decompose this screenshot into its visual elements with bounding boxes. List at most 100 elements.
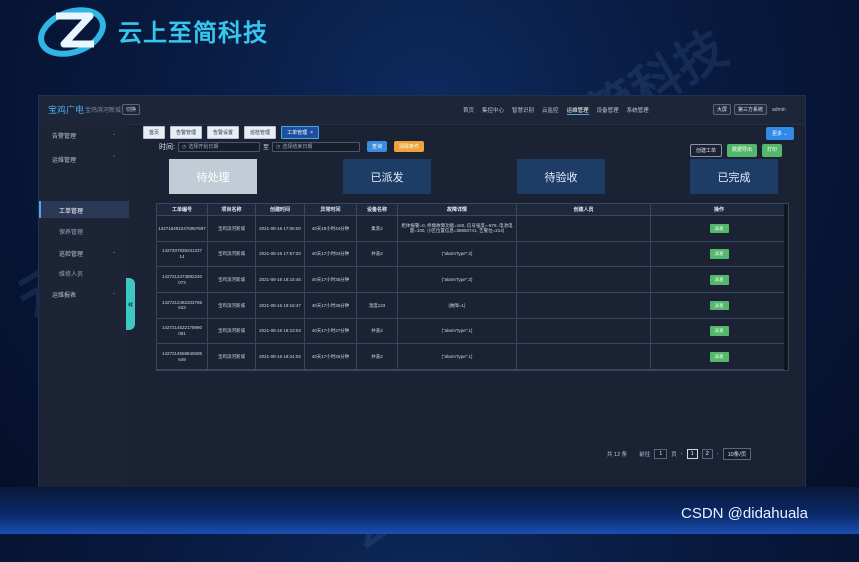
table-cell <box>517 216 651 241</box>
sidebar-item-inspection[interactable]: 巡检管理 ⌄ <box>59 249 116 258</box>
table-cell: 1427184922476957697 <box>157 216 208 241</box>
search-button[interactable]: 查询 <box>366 141 387 152</box>
dispatch-button[interactable]: 派发 <box>709 274 729 285</box>
nav-smart-recognition[interactable]: 智慧识别 <box>512 106 534 115</box>
app-window: 宝鸡广电 宝鸡滨河新城 切换 首页 集控中心 智慧识别 云监控 运维管理 设备管… <box>38 95 806 489</box>
time-filter: 时间: ◷ 选择开始日期 至 ◷ 选择结束日期 查询 清除条件 <box>159 141 424 152</box>
export-data-button[interactable]: 数据导出 <box>727 144 758 157</box>
table-cell: 柜体报警=0, 终端故障功能=160, 信号强度=-878, 电池电量=100,… <box>398 216 517 241</box>
table-cell: {"alarmType":2} <box>398 241 517 267</box>
big-screen-button[interactable]: 大屏 <box>713 104 732 115</box>
page-2-button[interactable]: 2 <box>701 449 713 459</box>
nav-operations[interactable]: 运维管理 <box>566 106 589 115</box>
next-page-icon[interactable]: › <box>717 451 719 457</box>
brand-name: 云上至简科技 <box>118 19 268 47</box>
dispatch-button[interactable]: 派发 <box>709 223 729 234</box>
nav-control-center[interactable]: 集控中心 <box>482 106 504 115</box>
sidebar-item-alarm[interactable]: 告警管理 ⌄ <box>52 131 116 140</box>
page-size-select[interactable]: 10条/页 <box>722 448 752 460</box>
column-header: 创建人员 <box>517 204 651 215</box>
page-unit: 页 <box>671 452 677 458</box>
dispatch-button[interactable]: 派发 <box>709 249 729 259</box>
dispatch-button[interactable]: 派发 <box>709 300 729 311</box>
start-date-placeholder: 选择开始日期 <box>188 144 219 150</box>
table-cell: 派发 <box>651 241 788 267</box>
collapse-sidebar-button[interactable]: « <box>126 278 135 330</box>
sidebar-item-label: 告警管理 <box>52 134 77 140</box>
close-icon[interactable]: × <box>310 130 313 136</box>
status-card-dispatched[interactable]: 已派发 <box>343 159 431 194</box>
table-cell: 派发 <box>651 344 788 370</box>
nav-cloud-monitor[interactable]: 云监控 <box>542 106 559 115</box>
prev-page-icon[interactable]: ‹ <box>681 451 683 457</box>
table-header: 工单编号 项目名称 创建时间 异常时间 设备名称 故障详情 创建人员 操作 <box>157 204 788 216</box>
create-work-order-button[interactable]: 创建工单 <box>690 144 723 157</box>
table-cell: 2021-08-16 17:06:00 <box>256 216 305 241</box>
top-right-tools: 大屏 第三方系统 admin <box>713 104 786 115</box>
sidebar-item-reports[interactable]: 运维报表 ⌄ <box>52 290 116 299</box>
sidebar: 告警管理 ⌄ 运维管理 ⌃ 工单管理 保养管理 巡检管理 ⌄ 维修人员 运维报表… <box>39 124 129 488</box>
sidebar-item-maintenance[interactable]: 保养管理 <box>59 227 83 236</box>
nav-home[interactable]: 首页 <box>463 106 474 115</box>
table-row: 1427207939231237 14 宝鸡滨河新城 2021-08-16 17:5… <box>157 241 788 268</box>
column-header: 工单编号 <box>157 204 208 215</box>
sidebar-active-indicator <box>39 201 129 218</box>
clock-icon: ◷ <box>275 143 281 150</box>
third-party-button[interactable]: 第三方系统 <box>734 104 768 115</box>
table-cell: 宝鸡滨河新城 <box>208 344 256 370</box>
total-count: 共 12 条 <box>607 452 628 458</box>
table-cell: {"alarmType":2} <box>398 267 517 293</box>
sidebar-item-repair-staff[interactable]: 维修人员 <box>59 269 83 278</box>
column-header: 异常时间 <box>305 204 357 215</box>
clear-filters-button[interactable]: 清除条件 <box>393 141 424 152</box>
app-title: 宝鸡广电 <box>48 105 85 115</box>
table-cell: 宝鸡滨河新城 <box>208 241 256 267</box>
dispatch-button[interactable]: 派发 <box>709 351 729 362</box>
table-cell: 40天18小时44分钟 <box>305 216 357 241</box>
nav-system-management[interactable]: 系统管理 <box>627 106 649 115</box>
table-cell <box>357 267 398 293</box>
sidebar-item-operations[interactable]: 运维管理 ⌃ <box>52 155 116 164</box>
table-cell: 1427207939231237 14 <box>157 241 208 267</box>
end-date-placeholder: 选择结束日期 <box>282 144 313 150</box>
table-cell: 1427212482333765 633 <box>157 293 208 318</box>
status-card-awaiting-acceptance[interactable]: 待验收 <box>517 159 605 194</box>
page-1-button[interactable]: 1 <box>686 449 698 459</box>
table-cell: 派发 <box>651 267 788 293</box>
status-card-pending[interactable]: 待处理 <box>169 159 257 194</box>
tab-home[interactable]: 首页 <box>143 126 166 139</box>
sidebar-item-label: 运维管理 <box>52 158 77 164</box>
jump-label: 前往 <box>639 452 651 458</box>
table-scrollbar[interactable] <box>784 204 788 370</box>
start-date-input[interactable]: ◷ 选择开始日期 <box>177 141 260 152</box>
print-button[interactable]: 打印 <box>762 144 783 157</box>
tab-inspection[interactable]: 巡检管理 <box>244 126 277 139</box>
status-card-completed[interactable]: 已完成 <box>690 159 778 194</box>
tab-alarm-management[interactable]: 告警管理 <box>170 126 203 139</box>
table-cell: 40天17小时27分钟 <box>305 318 357 344</box>
chevron-down-icon: ⌄ <box>111 131 116 137</box>
table-cell <box>517 241 651 267</box>
table-cell: 宝鸡滨河新城 <box>208 267 256 293</box>
end-date-input[interactable]: ◷ 选择结束日期 <box>271 141 360 152</box>
page-jump-input[interactable]: 1 <box>654 449 668 459</box>
top-nav: 首页 集控中心 智慧识别 云监控 运维管理 设备管理 系统管理 <box>463 106 649 115</box>
brand-logo-icon <box>38 7 106 57</box>
column-header: 设备名称 <box>357 204 398 215</box>
tab-work-orders[interactable]: 工单管理 × <box>281 126 319 139</box>
table-cell: 派发 <box>651 216 788 241</box>
dispatch-button[interactable]: 派发 <box>709 326 729 336</box>
table-cell: 1427214522178990 081 <box>157 318 208 344</box>
table-cell: 40天17小时35分钟 <box>305 293 357 318</box>
more-button[interactable]: 更多 ⌄ <box>766 127 794 140</box>
switch-project-button[interactable]: 切换 <box>122 104 141 115</box>
table-cell: 宝鸡滨河新城 <box>208 216 256 241</box>
table-row: 1427184922476957697 宝鸡滨河新城 2021-08-16 17:0… <box>157 216 788 242</box>
table-cell: 2021-08-16 18:15:47 <box>256 293 305 318</box>
column-header: 项目名称 <box>208 204 256 215</box>
table-cell: 2021-08-16 18:24:02 <box>256 344 305 370</box>
nav-device-management[interactable]: 设备管理 <box>597 106 619 115</box>
user-menu[interactable]: admin <box>772 107 786 113</box>
sidebar-item-work-orders[interactable]: 工单管理 <box>59 206 83 215</box>
tab-alarm-settings[interactable]: 告警设置 <box>207 126 240 139</box>
